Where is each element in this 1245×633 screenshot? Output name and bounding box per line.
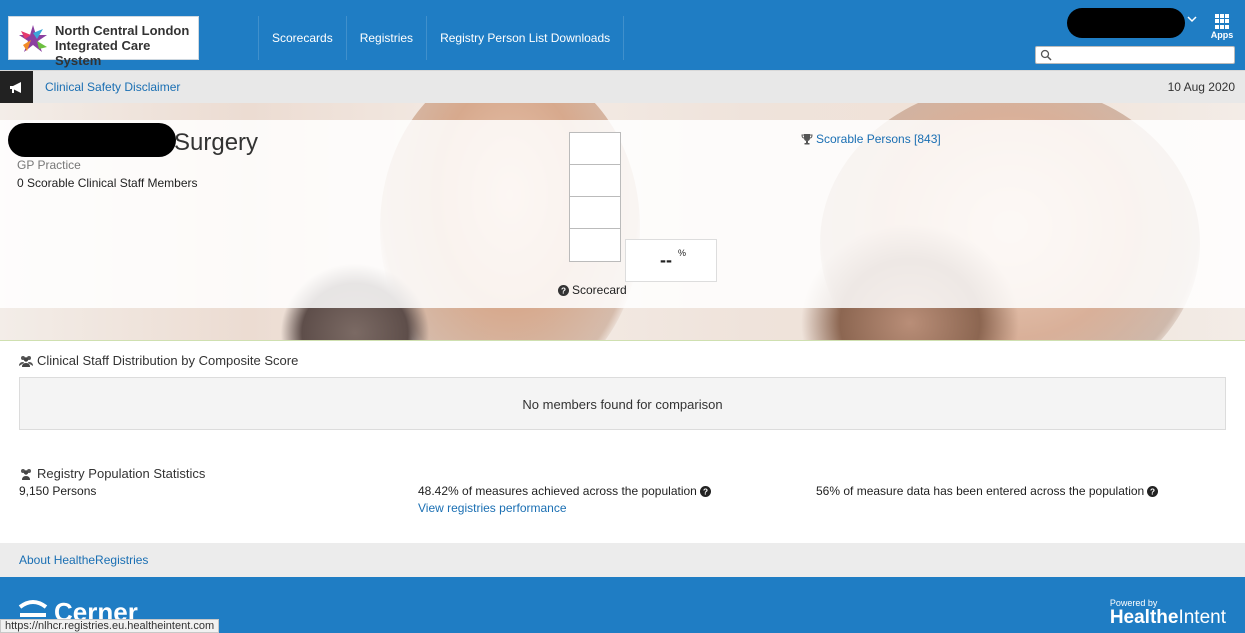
brand-light: Intent xyxy=(1178,607,1226,628)
population-persons: 9,150 Persons xyxy=(19,484,97,498)
healtheintent-wordmark: HealtheIntent xyxy=(1110,608,1226,628)
svg-text:?: ? xyxy=(1150,487,1155,496)
logo-line-1: North Central London xyxy=(55,23,190,38)
top-navigation-bar: North Central London Integrated Care Sys… xyxy=(0,0,1245,70)
apps-button[interactable]: Apps xyxy=(1207,14,1237,40)
distribution-title: Clinical Staff Distribution by Composite… xyxy=(37,353,299,368)
users-icon xyxy=(19,355,33,367)
gauge-segment xyxy=(570,133,620,165)
nav-registry-person-list-downloads[interactable]: Registry Person List Downloads xyxy=(427,16,625,60)
scorable-persons-label: Scorable Persons [843] xyxy=(816,132,941,146)
practice-type: GP Practice xyxy=(17,158,81,172)
trophy-icon xyxy=(801,134,813,145)
megaphone-icon xyxy=(10,82,21,93)
question-circle-icon[interactable]: ? xyxy=(1147,485,1159,497)
search-icon xyxy=(1040,49,1052,61)
ics-star-logo-icon xyxy=(19,25,47,52)
distribution-section-title: Clinical Staff Distribution by Composite… xyxy=(19,353,298,368)
practice-title: Surgery xyxy=(174,129,259,156)
clinical-safety-disclaimer-link[interactable]: Clinical Safety Disclaimer xyxy=(45,80,180,94)
megaphone-button[interactable] xyxy=(0,71,33,104)
no-members-message: No members found for comparison xyxy=(19,377,1226,430)
question-circle-icon: ? xyxy=(558,284,569,296)
search-input[interactable] xyxy=(1056,48,1231,62)
measure-data-entered: 56% of measure data has been entered acr… xyxy=(816,484,1159,498)
view-registries-performance-link[interactable]: View registries performance xyxy=(418,501,567,515)
chevron-down-icon[interactable] xyxy=(1187,14,1197,24)
measures-achieved: 48.42% of measures achieved across the p… xyxy=(418,484,711,498)
score-unit: % xyxy=(678,248,687,258)
powered-by: Powered by HealtheIntent xyxy=(1110,598,1226,628)
svg-text:?: ? xyxy=(561,286,566,295)
gauge-segment xyxy=(570,197,620,229)
nav-registries[interactable]: Registries xyxy=(347,16,428,60)
ncl-ics-logo[interactable]: North Central London Integrated Care Sys… xyxy=(8,16,199,68)
user-menu-redacted[interactable] xyxy=(1067,8,1185,38)
about-strip: About HealtheRegistries xyxy=(0,543,1245,577)
logo-text: North Central London Integrated Care Sys… xyxy=(55,23,198,68)
score-gauge xyxy=(569,132,621,262)
score-value-box: -- % xyxy=(625,239,717,282)
current-date: 10 Aug 2020 xyxy=(1167,80,1235,94)
svg-text:?: ? xyxy=(703,487,708,496)
apps-grid-icon xyxy=(1214,14,1230,29)
search-box xyxy=(1035,46,1235,64)
users-icon xyxy=(21,468,31,480)
score-value: -- xyxy=(660,250,672,270)
nav-scorecards[interactable]: Scorecards xyxy=(258,16,347,60)
scorecard-help[interactable]: ? Scorecard xyxy=(558,283,627,297)
scorable-persons-link[interactable]: Scorable Persons [843] xyxy=(801,132,941,146)
population-title: Registry Population Statistics xyxy=(37,466,206,481)
measures-achieved-text: 48.42% of measures achieved across the p… xyxy=(418,484,697,498)
gauge-segment xyxy=(570,229,620,261)
about-healtheregistries-link[interactable]: About HealtheRegistries xyxy=(19,553,148,567)
gauge-segment xyxy=(570,165,620,197)
disclaimer-strip: Clinical Safety Disclaimer 10 Aug 2020 xyxy=(0,70,1245,104)
population-section-title: Registry Population Statistics xyxy=(19,466,205,481)
hero-divider xyxy=(0,340,1245,341)
scorecard-label: Scorecard xyxy=(572,283,627,297)
practice-hero: Surgery GP Practice 0 Scorable Clinical … xyxy=(0,103,1245,341)
measure-data-entered-text: 56% of measure data has been entered acr… xyxy=(816,484,1145,498)
brand-bold: Healthe xyxy=(1109,607,1179,628)
scorable-staff-count: 0 Scorable Clinical Staff Members xyxy=(17,176,198,190)
practice-name-redacted xyxy=(8,123,176,157)
logo-line-2: Integrated Care System xyxy=(55,38,151,68)
question-circle-icon[interactable]: ? xyxy=(699,485,711,497)
apps-label: Apps xyxy=(1210,30,1234,40)
main-nav: Scorecards Registries Registry Person Li… xyxy=(258,16,625,60)
browser-status-url: https://nlhcr.registries.eu.healtheinten… xyxy=(0,619,220,633)
